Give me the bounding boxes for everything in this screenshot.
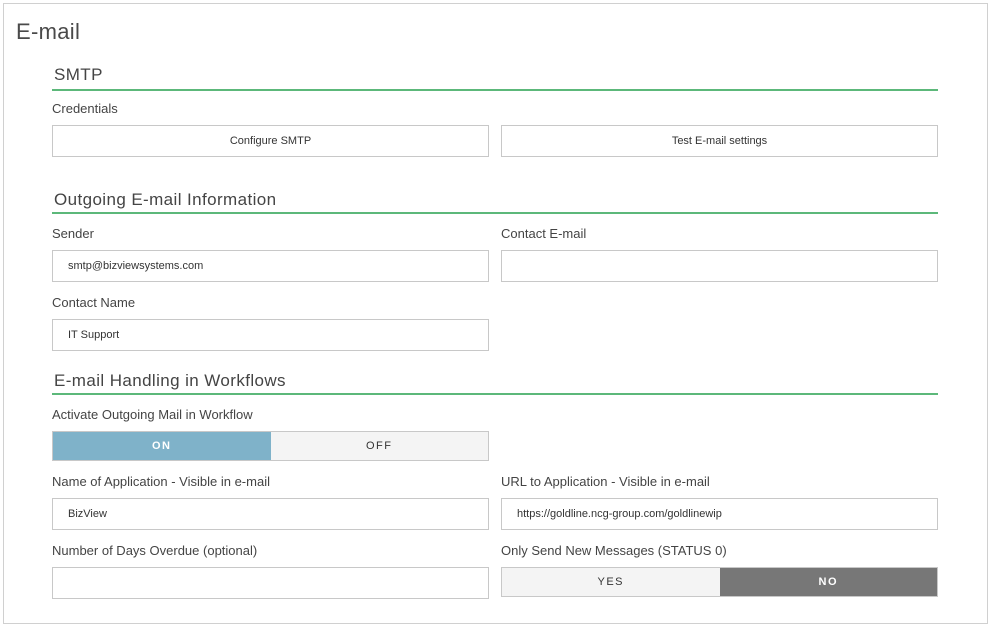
- only-new-messages-toggle: YES NO: [501, 567, 938, 597]
- only-new-messages-label: Only Send New Messages (STATUS 0): [501, 543, 727, 558]
- outgoing-section-title: Outgoing E-mail Information: [54, 190, 277, 209]
- contact-name-field[interactable]: [52, 319, 489, 351]
- days-overdue-field[interactable]: [52, 567, 489, 599]
- activate-on-option[interactable]: ON: [53, 432, 271, 460]
- test-email-settings-button[interactable]: Test E-mail settings: [501, 125, 938, 157]
- activate-outgoing-mail-toggle: ON OFF: [52, 431, 489, 461]
- sender-field[interactable]: [52, 250, 489, 282]
- app-url-label: URL to Application - Visible in e-mail: [501, 474, 710, 489]
- smtp-section-title: SMTP: [54, 65, 103, 84]
- app-name-field[interactable]: [52, 498, 489, 530]
- workflows-section-divider: [52, 393, 938, 395]
- contact-email-label: Contact E-mail: [501, 226, 587, 241]
- email-settings-panel: [3, 3, 988, 624]
- workflows-section-title: E-mail Handling in Workflows: [54, 371, 286, 390]
- activate-outgoing-mail-label: Activate Outgoing Mail in Workflow: [52, 407, 253, 422]
- configure-smtp-button[interactable]: Configure SMTP: [52, 125, 489, 157]
- only-new-yes-option[interactable]: YES: [502, 568, 720, 596]
- credentials-label: Credentials: [52, 101, 118, 116]
- app-name-label: Name of Application - Visible in e-mail: [52, 474, 270, 489]
- page-title: E-mail: [16, 19, 81, 44]
- contact-name-label: Contact Name: [52, 295, 136, 310]
- days-overdue-label: Number of Days Overdue (optional): [52, 543, 258, 558]
- only-new-no-option[interactable]: NO: [719, 568, 937, 596]
- sender-label: Sender: [52, 226, 94, 241]
- contact-email-field[interactable]: [501, 250, 938, 282]
- outgoing-section-divider: [52, 212, 938, 214]
- smtp-section-divider: [52, 89, 938, 91]
- activate-off-option[interactable]: OFF: [271, 432, 489, 460]
- app-url-field[interactable]: [501, 498, 938, 530]
